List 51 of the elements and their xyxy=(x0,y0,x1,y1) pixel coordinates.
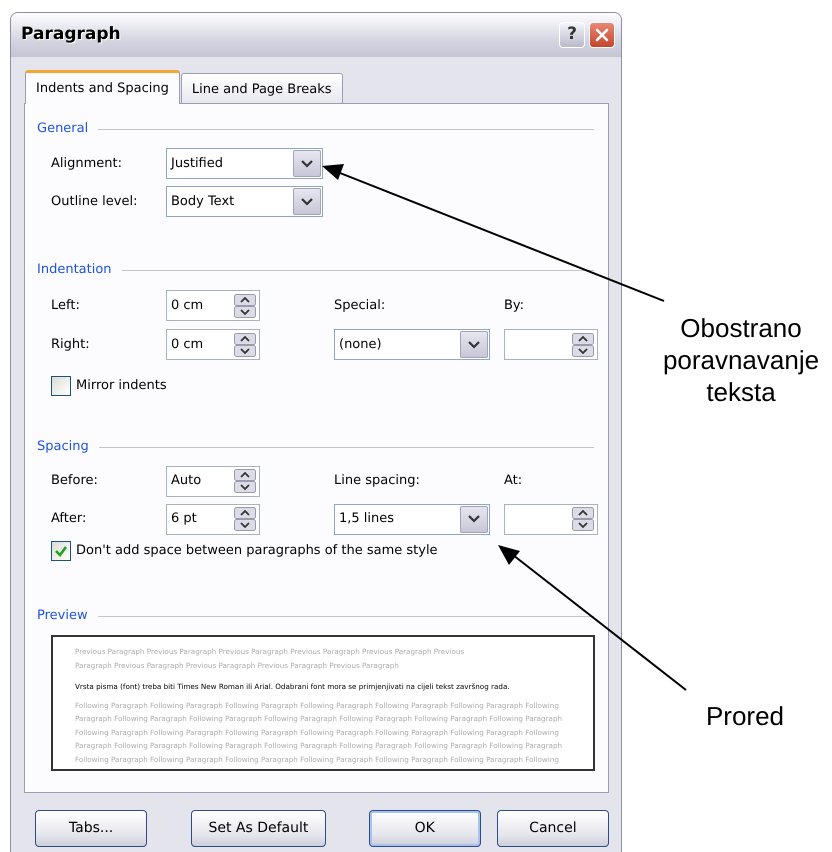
tab[interactable]: Line and Page Breaks xyxy=(180,73,343,103)
annotation-text: Prored xyxy=(704,700,786,732)
field-label: Outline level: xyxy=(51,192,138,211)
checkmark-icon xyxy=(54,544,68,558)
field-label: Alignment: xyxy=(51,154,123,173)
checkbox-label: Mirror indents xyxy=(76,377,167,396)
field-label: At: xyxy=(504,472,524,490)
chevron-icon xyxy=(468,515,480,523)
field-label: Before: xyxy=(51,472,99,490)
checkbox[interactable] xyxy=(51,376,71,396)
number-field[interactable]: 6 pt xyxy=(166,504,260,534)
tab[interactable]: Indents and Spacing xyxy=(25,70,180,104)
chevron-icon xyxy=(468,340,480,348)
section-title: Spacing xyxy=(37,438,89,456)
window-title: Paragraph xyxy=(21,23,122,46)
section-title: Indentation xyxy=(37,261,112,280)
number-field[interactable]: 0 cm xyxy=(166,329,260,360)
checkbox-label: Don't add space between paragraphs of the same style xyxy=(76,542,438,560)
dropdown[interactable]: 1,5 lines xyxy=(334,504,490,534)
dialog-button[interactable]: Tabs... xyxy=(35,810,148,847)
spin-buttons[interactable] xyxy=(234,332,256,356)
number-field[interactable]: Auto xyxy=(166,466,260,496)
dialog-button[interactable]: OK xyxy=(368,810,481,847)
help-button[interactable]: ? xyxy=(559,22,585,48)
field-label: After: xyxy=(51,510,88,528)
spin-buttons[interactable] xyxy=(234,469,256,493)
dropdown[interactable]: Justified xyxy=(166,148,323,179)
spin-buttons[interactable] xyxy=(572,507,594,531)
section-title: General xyxy=(37,120,88,138)
close-button[interactable] xyxy=(589,22,615,48)
chevron-icon xyxy=(301,160,313,168)
field-label: Left: xyxy=(51,296,81,315)
dropdown[interactable]: (none) xyxy=(334,329,490,360)
checkbox[interactable] xyxy=(51,541,71,561)
close-icon xyxy=(594,27,610,43)
section-title: Preview xyxy=(37,607,88,626)
number-field[interactable] xyxy=(504,504,598,534)
number-field[interactable] xyxy=(504,329,598,360)
spin-buttons[interactable] xyxy=(234,294,256,318)
field-label: Right: xyxy=(51,336,91,354)
annotation-text: Obostrano poravnavanje teksta xyxy=(662,312,820,408)
dialog-button[interactable]: Cancel xyxy=(496,810,609,847)
dropdown[interactable]: Body Text xyxy=(166,186,323,217)
spin-buttons[interactable] xyxy=(572,332,594,356)
field-label: Special: xyxy=(334,296,386,315)
chevron-icon xyxy=(301,198,313,206)
number-field[interactable]: 0 cm xyxy=(166,290,260,321)
spin-buttons[interactable] xyxy=(234,507,256,531)
dialog-button[interactable]: Set As Default xyxy=(191,810,326,847)
field-label: By: xyxy=(504,296,526,315)
field-label: Line spacing: xyxy=(334,472,421,490)
